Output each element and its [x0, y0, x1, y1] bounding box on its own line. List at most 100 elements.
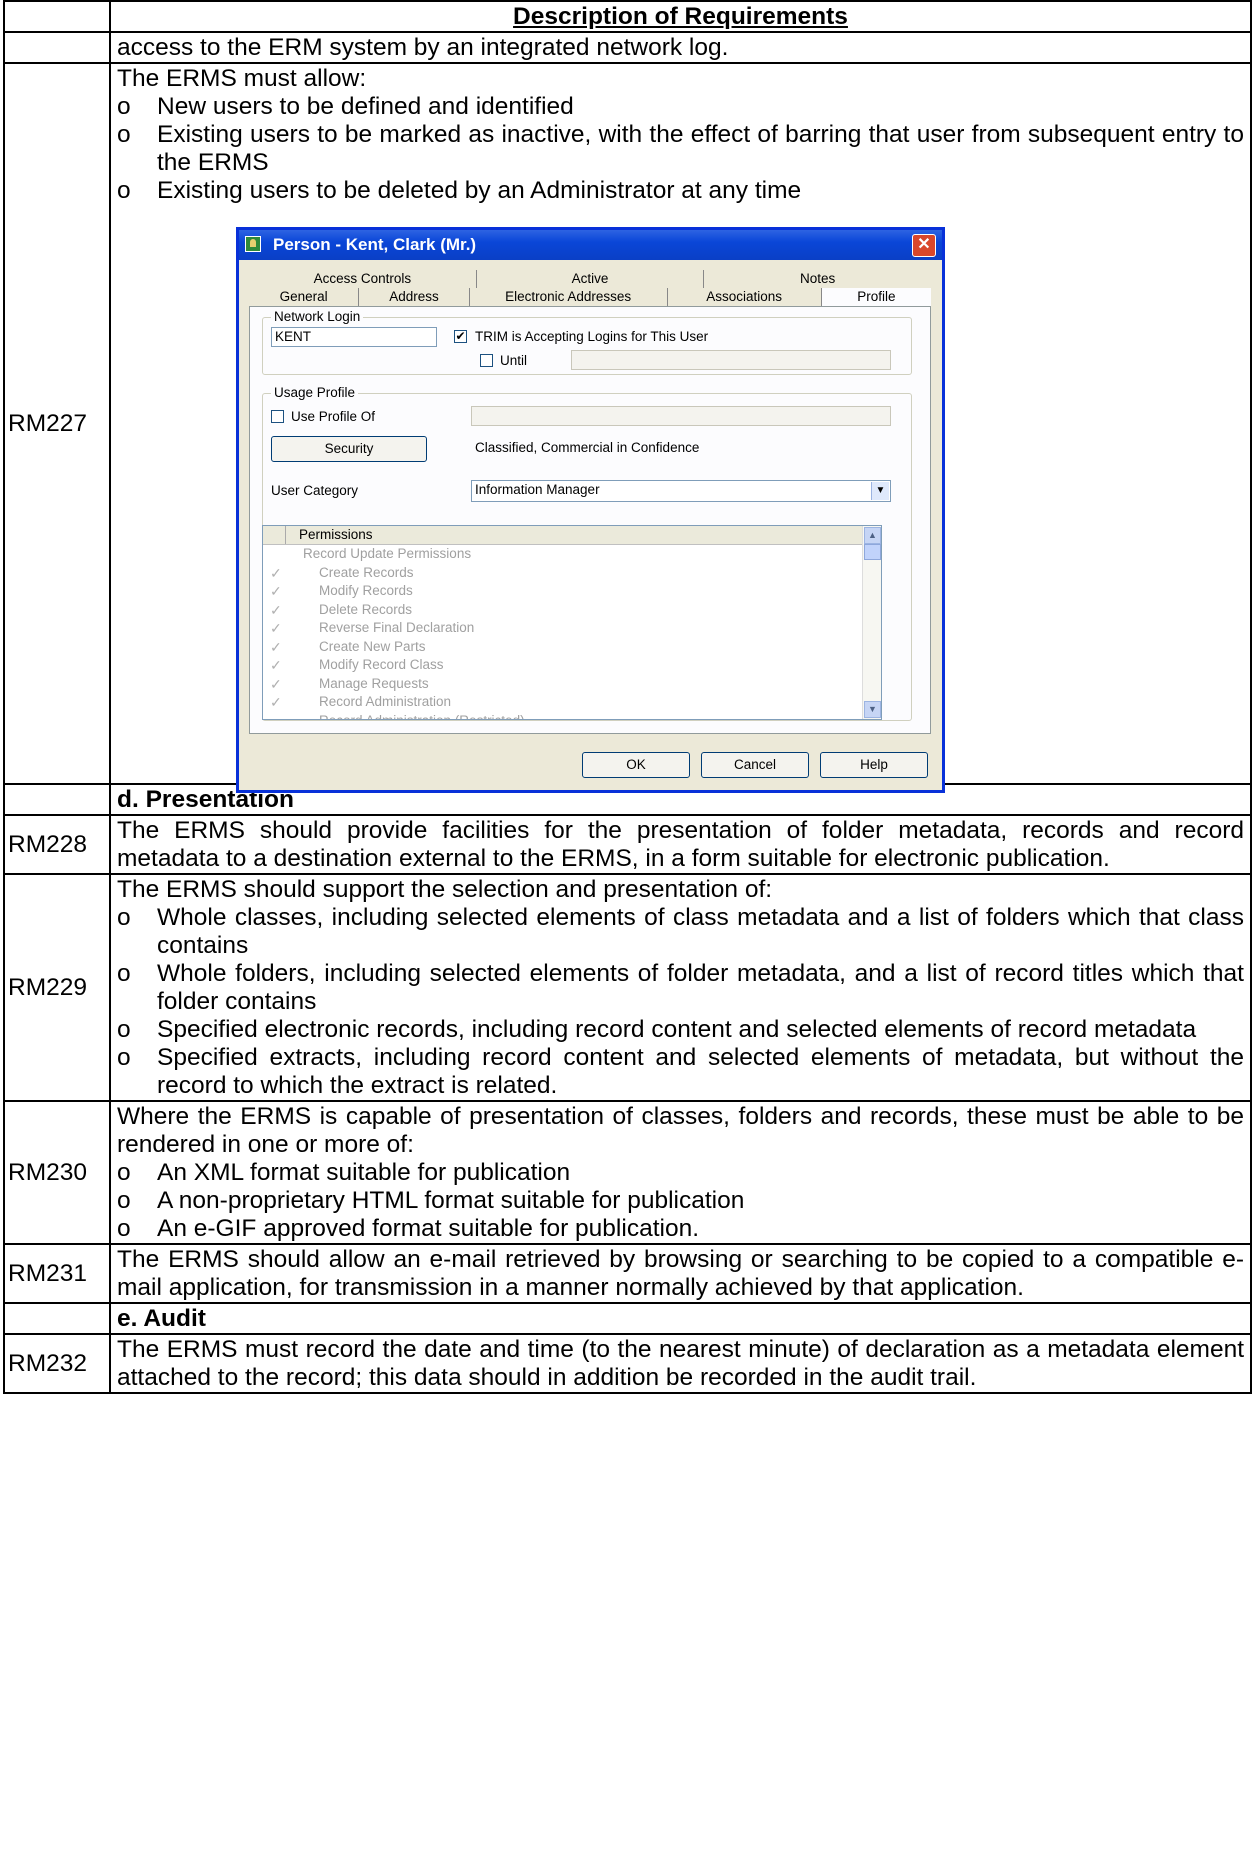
list-item: o A non-proprietary HTML format suitable …: [117, 1187, 1244, 1215]
user-category-value: Information Manager: [475, 482, 600, 497]
requirement-intro: The ERMS must allow:: [117, 65, 367, 92]
requirement-text: The ERMS must allow: o New users to be de…: [109, 62, 1252, 793]
list-item-text: An e-GIF approved format suitable for pu…: [157, 1215, 700, 1242]
permissions-list[interactable]: Permissions Record Update Permissions ✓ Cr…: [262, 525, 882, 720]
bullet-icon: o: [117, 93, 131, 120]
cancel-button[interactable]: Cancel: [701, 752, 809, 778]
checkmark-icon: ✓: [270, 638, 282, 655]
list-item: o New users to be defined and identified: [117, 93, 1244, 121]
requirement-text: Where the ERMS is capable of presentatio…: [109, 1100, 1252, 1245]
id-cell: [3, 783, 111, 816]
permission-row[interactable]: Record Update Permissions: [263, 545, 881, 564]
list-item-text: New users to be defined and identified: [157, 93, 574, 120]
bullet-icon: o: [117, 1016, 131, 1043]
scroll-thumb[interactable]: [864, 544, 881, 560]
list-item-text: Existing users to be marked as inactive,…: [157, 121, 1244, 176]
permission-row[interactable]: ✓ Create Records: [263, 564, 881, 583]
accepting-logins-label: TRIM is Accepting Logins for This User: [475, 329, 709, 344]
requirement-text: The ERMS should provide facilities for t…: [109, 814, 1252, 875]
permission-label: Create Records: [319, 564, 414, 580]
tab-strip: Access Controls Active Notes General Add…: [249, 270, 932, 306]
network-login-legend: Network Login: [271, 309, 364, 325]
list-item: o Specified extracts, including record co…: [117, 1044, 1244, 1100]
bullet-icon: o: [117, 1159, 131, 1186]
until-date-input[interactable]: [571, 350, 891, 370]
permission-row[interactable]: ✓ Modify Records: [263, 582, 881, 601]
permission-row[interactable]: ✓ Delete Records: [263, 601, 881, 620]
tab-address[interactable]: Address: [359, 288, 470, 306]
network-login-input[interactable]: KENT: [271, 327, 437, 347]
accepting-logins-checkbox[interactable]: ✔: [454, 330, 467, 343]
user-category-label: User Category: [271, 483, 359, 498]
security-value: Classified, Commercial in Confidence: [475, 440, 700, 455]
permission-row[interactable]: ✓ Modify Record Class: [263, 656, 881, 675]
tab-row-back: Access Controls Active Notes: [249, 270, 931, 288]
security-button[interactable]: Security: [271, 436, 427, 462]
bullet-icon: o: [117, 1044, 131, 1071]
id-cell: [3, 0, 111, 33]
bullet-icon: o: [117, 1215, 131, 1242]
requirement-text: The ERMS should support the selection an…: [109, 873, 1252, 1102]
until-checkbox[interactable]: [480, 354, 493, 367]
requirement-text: The ERMS should allow an e-mail retrieve…: [109, 1243, 1252, 1304]
ok-button[interactable]: OK: [582, 752, 690, 778]
requirement-text: The ERMS must record the date and time (…: [109, 1333, 1252, 1394]
list-item-text: Specified extracts, including record con…: [157, 1044, 1244, 1099]
permissions-header: Permissions: [263, 526, 881, 545]
scroll-down-icon[interactable]: ▼: [864, 701, 881, 718]
requirement-intro: The ERMS should support the selection an…: [117, 876, 773, 903]
user-category-select[interactable]: Information Manager ▼: [471, 480, 891, 502]
help-button[interactable]: Help: [820, 752, 928, 778]
scroll-up-icon[interactable]: ▲: [864, 527, 881, 544]
id-cell: [3, 31, 111, 64]
header-row: Description of Requirements: [3, 0, 1252, 33]
chevron-down-icon[interactable]: ▼: [871, 482, 889, 500]
vertical-scrollbar[interactable]: ▲ ▼: [862, 526, 881, 719]
list-item-text: Specified electronic records, including …: [157, 1016, 1197, 1043]
permission-row[interactable]: ✓ Manage Requests: [263, 675, 881, 694]
permission-label: Reverse Final Declaration: [319, 620, 475, 635]
bullet-icon: o: [117, 121, 131, 148]
requirement-row-rm229: RM229 The ERMS should support the select…: [3, 873, 1252, 1102]
permission-row[interactable]: ✓ Create New Parts: [263, 638, 881, 657]
tab-notes[interactable]: Notes: [704, 270, 931, 288]
use-profile-of-checkbox[interactable]: [271, 410, 284, 423]
usage-profile-legend: Usage Profile: [271, 385, 359, 401]
list-item: o Existing users to be marked as inactive…: [117, 121, 1244, 177]
use-profile-of-input[interactable]: [471, 406, 891, 426]
requirements-table: Description of Requirements access to th…: [3, 0, 1252, 1394]
use-profile-of-label: Use Profile Of: [291, 409, 376, 424]
tab-profile[interactable]: Profile: [821, 288, 932, 306]
tab-electronic-addresses[interactable]: Electronic Addresses: [470, 288, 668, 306]
continued-text: access to the ERM system by an integrate…: [109, 31, 1252, 64]
checkmark-icon: ✓: [270, 694, 282, 710]
tab-row-front: General Address Electronic Addresses Ass…: [249, 288, 932, 306]
bullet-icon: o: [117, 904, 131, 931]
until-label: Until: [500, 353, 528, 368]
requirement-row-rm227: RM227 The ERMS must allow: o New users to…: [3, 62, 1252, 793]
requirement-id: RM230: [3, 1100, 111, 1245]
tab-associations[interactable]: Associations: [668, 288, 822, 306]
checkmark-icon: ✓: [270, 583, 282, 599]
dialog-titlebar: Person - Kent, Clark (Mr.) ✕: [239, 230, 942, 260]
bullet-icon: o: [117, 177, 131, 204]
id-cell: [3, 1302, 111, 1335]
list-item-text: A non-proprietary HTML format suitable f…: [157, 1187, 745, 1214]
header-cell: [263, 526, 286, 544]
list-item: o Existing users to be deleted by an Admi…: [117, 177, 1244, 205]
checkmark-icon: ✓: [270, 657, 282, 673]
permissions-header-label: Permissions: [299, 527, 373, 542]
tab-general[interactable]: General: [249, 288, 360, 306]
tab-access-controls[interactable]: Access Controls: [249, 270, 477, 288]
tab-active[interactable]: Active: [477, 270, 705, 288]
permission-row[interactable]: Record Administration (Restricted): [263, 712, 881, 720]
requirement-id: RM228: [3, 814, 111, 875]
profile-panel: Network Login KENT ✔ TRIM is Accepting L…: [249, 306, 931, 734]
permission-row[interactable]: ✓ Record Administration: [263, 693, 881, 712]
close-button[interactable]: ✕: [912, 234, 936, 257]
requirement-id: RM229: [3, 873, 111, 1102]
requirement-intro: Where the ERMS is capable of presentatio…: [117, 1103, 1244, 1158]
requirement-row-rm232: RM232 The ERMS must record the date and …: [3, 1333, 1252, 1394]
dialog-screenshot: Person - Kent, Clark (Mr.) ✕ Access Cont…: [117, 205, 1244, 793]
permission-row[interactable]: ✓ Reverse Final Declaration: [263, 619, 881, 638]
